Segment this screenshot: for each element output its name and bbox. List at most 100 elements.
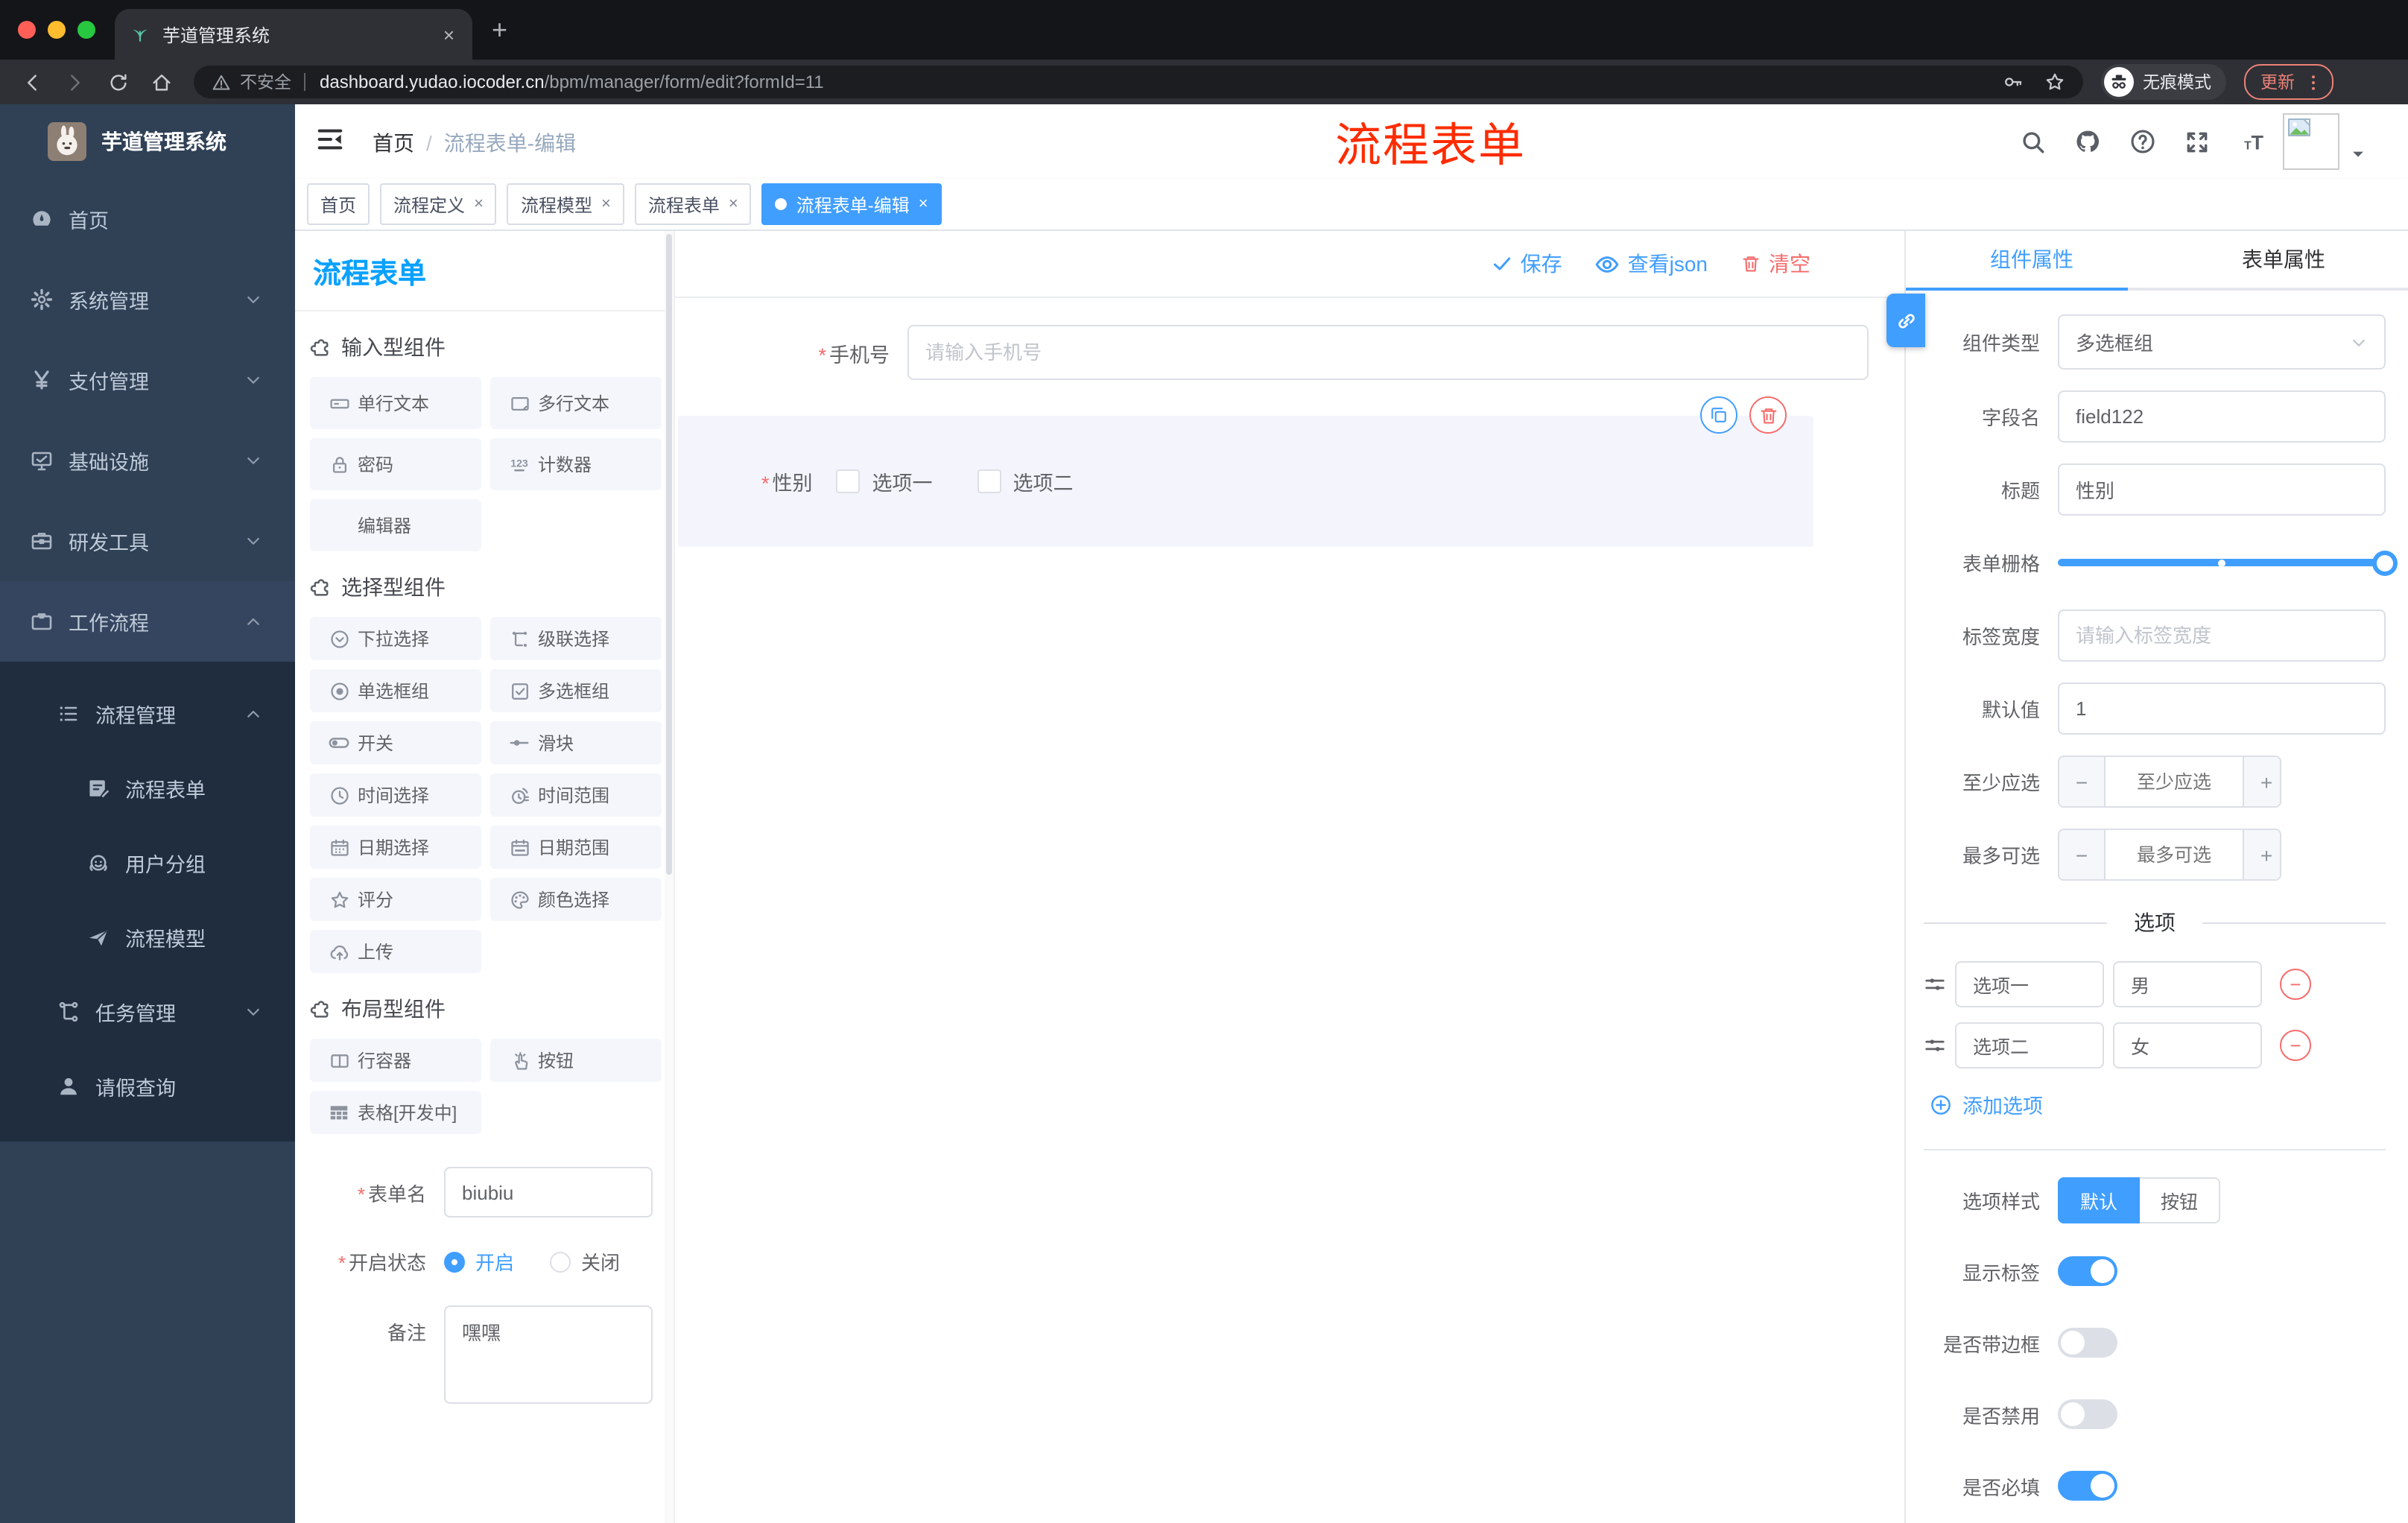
sidebar-item-payment[interactable]: 支付管理 [0, 340, 295, 420]
stepper-plus-button[interactable]: + [2243, 830, 2280, 879]
form-remark-textarea[interactable]: 嘿嘿 [444, 1305, 653, 1404]
stepper-minus-button[interactable]: − [2059, 830, 2106, 879]
gender-option-1[interactable]: 选项一 [836, 466, 933, 496]
search-icon[interactable] [2021, 129, 2046, 154]
title-input[interactable] [2058, 463, 2386, 516]
checkbox-icon[interactable] [836, 469, 861, 493]
component-upload[interactable]: 上传 [310, 930, 481, 973]
tag-process-form-edit[interactable]: 流程表单-编辑 × [761, 183, 942, 225]
component-single-text[interactable]: 单行文本 [310, 377, 481, 429]
help-icon[interactable] [2129, 128, 2156, 155]
stepper-minus-button[interactable]: − [2059, 757, 2106, 806]
fullscreen-icon[interactable] [2184, 129, 2210, 154]
field-gender-selected[interactable]: * 性别 选项一 选项二 [678, 396, 1813, 547]
form-name-input[interactable] [444, 1167, 653, 1218]
remove-option-button[interactable]: − [2280, 1030, 2311, 1061]
component-rate[interactable]: 评分 [310, 878, 481, 921]
stepper-plus-button[interactable]: + [2243, 757, 2280, 806]
clear-button[interactable]: 清空 [1740, 249, 1810, 279]
font-size-icon[interactable]: TT [2238, 128, 2265, 155]
component-counter[interactable]: 123 计数器 [490, 438, 662, 490]
sidebar-item-devtools[interactable]: 研发工具 [0, 501, 295, 581]
browser-tab[interactable]: 芋道管理系统 × [115, 9, 472, 60]
drag-sliders-icon[interactable] [1924, 973, 1946, 995]
sidebar-item-leave-query[interactable]: 请假查询 [0, 1049, 295, 1124]
sidebar-item-system[interactable]: 系统管理 [0, 259, 295, 340]
github-icon[interactable] [2074, 128, 2101, 155]
drag-sliders-icon[interactable] [1924, 1034, 1946, 1057]
tab-form-props[interactable]: 表单属性 [2158, 231, 2408, 288]
forward-icon[interactable] [64, 71, 86, 93]
component-radio-group[interactable]: 单选框组 [310, 669, 481, 712]
close-window-button[interactable] [18, 21, 36, 39]
field-name-input[interactable] [2058, 390, 2386, 443]
bookmark-star-icon[interactable] [2044, 72, 2065, 92]
browser-update-button[interactable]: 更新 [2244, 64, 2333, 100]
component-date-picker[interactable]: 日期选择 [310, 826, 481, 869]
minimize-window-button[interactable] [48, 21, 66, 39]
security-label[interactable]: 不安全 [240, 70, 291, 94]
checkbox-icon[interactable] [977, 469, 1001, 493]
component-table[interactable]: 表格[开发中] [310, 1091, 481, 1134]
key-icon[interactable] [2003, 72, 2024, 92]
min-select-input[interactable] [2106, 757, 2243, 806]
sidebar-item-home[interactable]: 首页 [0, 179, 295, 259]
component-multi-text[interactable]: 多行文本 [490, 377, 662, 429]
sidebar-item-process-form[interactable]: 流程表单 [0, 751, 295, 826]
disabled-toggle[interactable] [2058, 1399, 2117, 1429]
default-value-input[interactable] [2058, 683, 2386, 735]
address-bar[interactable]: 不安全 dashboard.yudao.iocoder.cn/bpm/manag… [194, 66, 2083, 98]
maximize-window-button[interactable] [77, 21, 95, 39]
status-radio-on[interactable]: 开启 [444, 1247, 514, 1276]
tag-process-model[interactable]: 流程模型 × [507, 183, 624, 225]
save-button[interactable]: 保存 [1492, 249, 1562, 279]
back-icon[interactable] [21, 71, 43, 93]
sidebar-item-process-model[interactable]: 流程模型 [0, 900, 295, 975]
panel-scrollbar[interactable] [665, 231, 674, 1523]
component-password[interactable]: 密码 [310, 438, 481, 490]
avatar[interactable] [2283, 113, 2339, 170]
tag-home[interactable]: 首页 [307, 183, 370, 225]
component-date-range[interactable]: 日期范围 [490, 826, 662, 869]
sidebar-item-user-group[interactable]: 用户分组 [0, 826, 295, 900]
option-name-input[interactable] [1955, 1022, 2104, 1068]
view-json-button[interactable]: 查看json [1595, 249, 1708, 279]
reload-icon[interactable] [107, 71, 130, 93]
delete-field-button[interactable] [1749, 396, 1787, 434]
copy-field-button[interactable] [1700, 396, 1737, 434]
style-default-button[interactable]: 默认 [2058, 1177, 2141, 1223]
component-time-picker[interactable]: 时间选择 [310, 773, 481, 817]
form-grid-slider[interactable] [2058, 536, 2398, 589]
tab-component-props[interactable]: 组件属性 [1906, 231, 2158, 288]
add-option-button[interactable]: 添加选项 [1930, 1089, 2386, 1119]
caret-down-icon[interactable] [2350, 146, 2366, 162]
fold-sidebar-icon[interactable] [316, 125, 344, 153]
style-button-button[interactable]: 按钮 [2140, 1177, 2221, 1223]
component-slider[interactable]: 滑块 [490, 721, 662, 764]
link-tab-button[interactable] [1886, 294, 1925, 347]
close-tag-icon[interactable]: × [729, 195, 738, 213]
sidebar-item-task-mgmt[interactable]: 任务管理 [0, 975, 295, 1049]
component-select[interactable]: 下拉选择 [310, 617, 481, 660]
sidebar-logo-row[interactable]: 芋道管理系统 [0, 104, 295, 179]
gender-option-2[interactable]: 选项二 [977, 466, 1074, 496]
option-value-input[interactable] [2113, 1022, 2262, 1068]
required-toggle[interactable] [2058, 1471, 2117, 1501]
sidebar-item-workflow[interactable]: 工作流程 [0, 581, 295, 662]
sidebar-item-process-mgmt[interactable]: 流程管理 [0, 677, 295, 751]
component-editor[interactable]: 编辑器 [310, 499, 481, 551]
label-width-input[interactable] [2058, 609, 2386, 662]
status-radio-off[interactable]: 关闭 [550, 1247, 620, 1276]
new-tab-button[interactable]: + [492, 15, 507, 46]
close-tag-icon[interactable]: × [474, 195, 484, 213]
breadcrumb-home[interactable]: 首页 [373, 131, 414, 155]
component-time-range[interactable]: 时间范围 [490, 773, 662, 817]
dots-vertical-icon[interactable] [2304, 72, 2323, 92]
option-name-input[interactable] [1955, 961, 2104, 1007]
max-select-input[interactable] [2106, 830, 2243, 879]
component-button[interactable]: 按钮 [490, 1039, 662, 1082]
component-checkbox-group[interactable]: 多选框组 [490, 669, 662, 712]
home-icon[interactable] [150, 71, 173, 93]
component-row-container[interactable]: 行容器 [310, 1039, 481, 1082]
close-tab-icon[interactable]: × [440, 23, 457, 45]
